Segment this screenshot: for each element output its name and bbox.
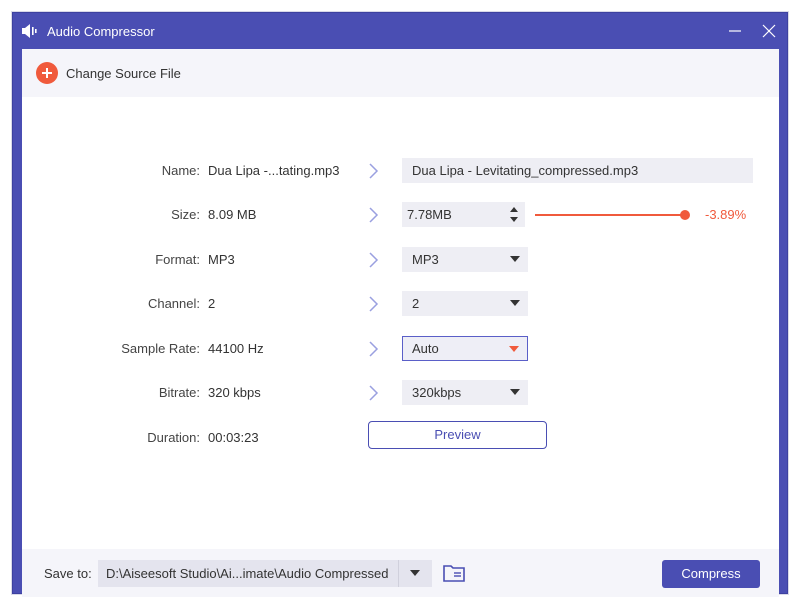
change-source-file-button[interactable]: Change Source File — [36, 62, 181, 84]
chevron-right-icon — [369, 296, 379, 312]
bitrate-select[interactable]: 320kbps — [402, 380, 528, 405]
preview-button[interactable]: Preview — [368, 421, 547, 449]
close-icon — [762, 24, 776, 38]
bottom-bar: Save to: D:\Aiseesoft Studio\Ai...imate\… — [22, 549, 779, 597]
original-format-value: MP3 — [208, 252, 235, 267]
change-source-file-label: Change Source File — [66, 65, 181, 81]
format-selected-value: MP3 — [412, 252, 439, 267]
sample-rate-row: Sample Rate: 44100 Hz Auto — [22, 334, 779, 364]
output-size-value: 7.78MB — [407, 207, 452, 222]
size-slider-track[interactable] — [535, 214, 685, 216]
dropdown-caret-icon — [510, 389, 520, 395]
dropdown-caret-icon — [410, 570, 420, 576]
original-channel-value: 2 — [208, 296, 216, 311]
sample-rate-selected-value: Auto — [412, 341, 439, 356]
plus-icon — [36, 62, 58, 84]
folder-icon[interactable] — [442, 563, 466, 583]
chevron-right-icon — [369, 207, 379, 223]
original-size-value: 8.09 MB — [208, 207, 257, 222]
bitrate-selected-value: 320kbps — [412, 385, 462, 400]
original-duration-value: 00:03:23 — [208, 430, 259, 445]
sample-rate-select[interactable]: Auto — [402, 336, 528, 361]
duration-row: Duration: 00:03:23 Preview — [22, 421, 779, 453]
compress-button[interactable]: Compress — [662, 560, 760, 588]
output-size-stepper[interactable]: 7.78MB — [402, 202, 525, 227]
content-panel: Change Source File Name: Dua Lipa -...ta… — [22, 49, 779, 597]
save-path-value: D:\Aiseesoft Studio\Ai...imate\Audio Com… — [106, 566, 389, 581]
duration-label: Duration: — [147, 430, 200, 445]
window-title: Audio Compressor — [47, 24, 155, 39]
output-name-field[interactable]: Dua Lipa - Levitating_compressed.mp3 — [402, 158, 753, 183]
size-slider-handle[interactable] — [680, 210, 690, 220]
size-change-percent: -3.89% — [705, 207, 747, 222]
channel-select[interactable]: 2 — [402, 291, 528, 316]
spin-arrows-icon[interactable] — [509, 204, 519, 225]
size-row: Size: 8.09 MB 7.78MB -3.89% — [22, 200, 779, 230]
original-name-value: Dua Lipa -...tating.mp3 — [208, 163, 340, 178]
chevron-right-icon — [369, 385, 379, 401]
bitrate-row: Bitrate: 320 kbps 320kbps — [22, 378, 779, 408]
audio-compressor-window: Audio Compressor Change Source File Name… — [12, 12, 788, 597]
chevron-right-icon — [369, 341, 379, 357]
name-label: Name: — [161, 163, 200, 178]
chevron-right-icon — [369, 252, 379, 268]
format-row: Format: MP3 MP3 — [22, 245, 779, 275]
chevron-right-icon — [369, 163, 379, 179]
channel-row: Channel: 2 2 — [22, 289, 779, 319]
channel-label: Channel: — [147, 296, 200, 311]
title-bar: Audio Compressor — [13, 13, 787, 49]
save-to-label: Save to: — [44, 566, 92, 581]
close-button[interactable] — [757, 19, 781, 43]
original-sample-rate-value: 44100 Hz — [208, 341, 264, 356]
dropdown-caret-icon — [510, 256, 520, 262]
save-path-dropdown[interactable]: D:\Aiseesoft Studio\Ai...imate\Audio Com… — [98, 560, 432, 587]
minimize-button[interactable] — [723, 19, 747, 43]
sample-rate-label: Sample Rate: — [121, 341, 200, 356]
format-label: Format: — [155, 252, 200, 267]
bitrate-label: Bitrate: — [158, 385, 200, 400]
audio-compressor-icon — [22, 24, 37, 38]
channel-selected-value: 2 — [412, 296, 420, 311]
format-select[interactable]: MP3 — [402, 247, 528, 272]
top-toolbar: Change Source File — [22, 49, 779, 97]
size-label: Size: — [171, 207, 200, 222]
save-path-dropdown-button[interactable] — [398, 560, 432, 587]
name-row: Name: Dua Lipa -...tating.mp3 Dua Lipa -… — [22, 156, 779, 186]
dropdown-caret-icon — [510, 300, 520, 306]
dropdown-caret-icon — [509, 346, 519, 352]
original-bitrate-value: 320 kbps — [208, 385, 261, 400]
minimize-icon — [729, 30, 741, 32]
